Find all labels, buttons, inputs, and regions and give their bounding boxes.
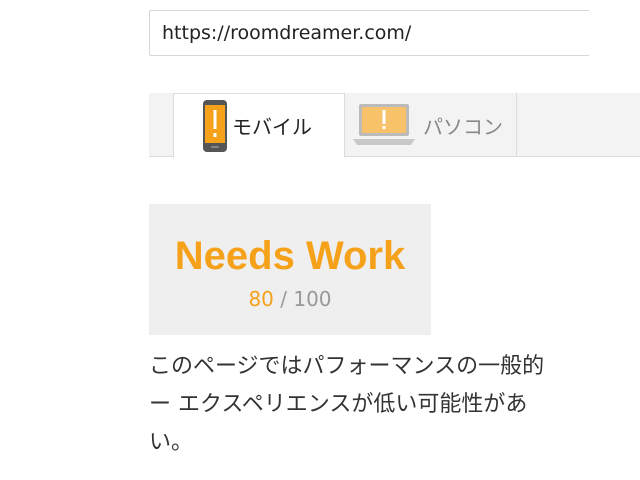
url-input[interactable]: https://roomdreamer.com/ (149, 10, 589, 56)
url-text: https://roomdreamer.com/ (162, 22, 412, 44)
score-description: このページではパフォーマンスの一般的 ー エクスペリエンスが低い可能性があ い。 (149, 348, 551, 462)
description-line-3: い。 (149, 430, 194, 455)
description-line-2: ー エクスペリエンスが低い可能性があ (149, 392, 528, 417)
score-max: 100 (293, 287, 332, 311)
description-line-1: このページではパフォーマンスの一般的 (149, 354, 545, 379)
tab-mobile-label: モバイル (232, 115, 312, 139)
warning-laptop-icon (353, 104, 415, 145)
tab-desktop[interactable]: パソコン (345, 93, 517, 157)
pagespeed-results: https://roomdreamer.com/ モバイル パソコン Needs… (0, 0, 640, 480)
score-status: Needs Work (174, 234, 406, 278)
score-separator: / (280, 287, 287, 311)
tab-mobile[interactable]: モバイル (173, 93, 345, 158)
tab-desktop-label: パソコン (423, 114, 503, 139)
score-value: 80 (248, 287, 274, 311)
device-tabs: モバイル パソコン (149, 93, 640, 158)
score-card: Needs Work 80 / 100 (149, 204, 431, 335)
warning-phone-icon (203, 99, 227, 152)
score-line: 80 / 100 (149, 287, 431, 311)
